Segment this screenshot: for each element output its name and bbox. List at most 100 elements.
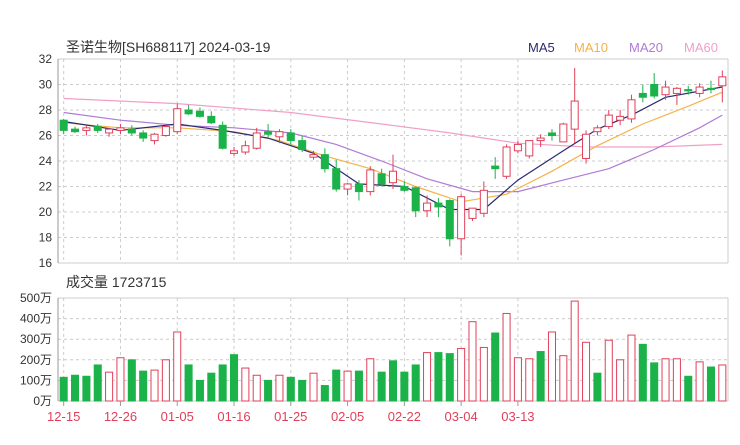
volume-bar — [161, 359, 170, 402]
price-y-tick-label: 30 — [39, 78, 53, 92]
volume-bar — [616, 359, 625, 402]
volume-bar — [116, 357, 125, 402]
volume-bar — [93, 364, 102, 402]
candle — [173, 103, 182, 135]
candle-body — [298, 140, 307, 151]
candle-body — [423, 202, 432, 212]
volume-bar — [377, 371, 386, 402]
volume-bar — [479, 346, 488, 402]
candle-body — [105, 128, 114, 134]
volume-bar — [513, 357, 522, 402]
chart-title: 圣诺生物[SH688117] 2024-03-19 — [66, 39, 271, 55]
volume-bar — [105, 371, 114, 402]
candle-body — [59, 119, 68, 131]
candle-body — [513, 143, 522, 152]
volume-bar — [502, 312, 511, 402]
candle — [593, 125, 602, 136]
stock-chart: 圣诺生物[SH688117] 2024-03-19 MA5 MA10 MA20 … — [20, 39, 729, 424]
candle-body — [229, 150, 239, 154]
candle — [559, 122, 568, 143]
candle — [59, 118, 68, 135]
candle-body — [354, 183, 363, 193]
candle — [354, 180, 363, 201]
candle — [343, 182, 352, 196]
volume-bar — [468, 321, 477, 402]
candle-body — [366, 169, 375, 193]
volume-bar — [332, 369, 341, 402]
volume-bar — [559, 355, 568, 402]
volume-bar — [343, 370, 352, 402]
candle — [332, 159, 341, 192]
candle-body — [616, 115, 625, 121]
date-x-axis: 12-15 12-26 01-05 01-16 01-25 02-05 02-22 03-04… — [47, 401, 535, 424]
volume-bar — [582, 341, 591, 402]
candle-body — [161, 126, 170, 136]
candle-body — [570, 100, 579, 130]
volume-bar — [139, 370, 148, 402]
volume-bar — [547, 331, 557, 402]
volume-bar — [275, 374, 284, 402]
volume-y-tick-label: 500万 — [20, 291, 52, 305]
candle — [116, 124, 125, 135]
volume-bar — [173, 331, 182, 402]
candle — [71, 126, 80, 133]
volume-bar — [184, 364, 193, 402]
ma-legend: MA5 MA10 MA20 MA60 — [528, 40, 718, 55]
x-tick-label: 03-13 — [501, 409, 534, 424]
volume-bar — [264, 379, 273, 402]
ma-line-ma60 — [63, 97, 723, 148]
candle-body — [502, 146, 511, 177]
volume-bar — [695, 361, 704, 402]
volume-bar — [638, 343, 647, 402]
candle-body — [479, 189, 488, 214]
volume-bar — [127, 359, 136, 402]
volume-bar — [650, 362, 659, 402]
volume-y-axis: 500万 400万 300万 200万 100万 0万 — [20, 291, 52, 408]
candle-body — [457, 196, 466, 240]
volume-bar — [627, 334, 636, 402]
x-tick-label: 12-15 — [47, 409, 80, 424]
candle-body — [445, 200, 454, 240]
candle — [127, 125, 136, 136]
candle — [229, 146, 239, 156]
candle-body — [71, 128, 80, 133]
volume-bar — [593, 372, 602, 402]
candle — [161, 125, 170, 137]
volume-bar — [207, 372, 216, 402]
candle — [252, 127, 261, 150]
candle-body — [241, 145, 250, 153]
x-tick-label: 01-16 — [217, 409, 250, 424]
candle-body — [468, 207, 477, 219]
candle — [706, 80, 715, 94]
volume-bar — [570, 300, 579, 402]
candle-body — [434, 202, 443, 208]
price-y-tick-label: 20 — [39, 205, 53, 219]
ma-line-ma5 — [63, 86, 723, 211]
candle-body — [286, 132, 295, 142]
price-y-tick-label: 18 — [39, 231, 53, 245]
price-y-tick-label: 32 — [39, 52, 53, 66]
moving-average-lines — [63, 86, 723, 211]
candle — [184, 104, 193, 116]
candle — [604, 110, 613, 130]
volume-bar — [218, 364, 227, 402]
candle — [82, 125, 91, 136]
candle-body — [332, 168, 341, 190]
volume-bar — [286, 376, 295, 402]
volume-bar — [59, 376, 68, 402]
volume-bar — [411, 364, 420, 402]
candle-body — [264, 131, 273, 135]
candle-body — [547, 132, 557, 136]
volume-bar — [434, 352, 443, 402]
candle — [150, 132, 159, 145]
x-tick-label: 02-05 — [331, 409, 364, 424]
volume-bar — [82, 375, 91, 402]
volume-bar — [718, 364, 727, 402]
volume-bar — [388, 360, 398, 402]
candle-body — [536, 137, 545, 142]
volume-bar — [525, 358, 534, 402]
volume-bar — [457, 347, 466, 402]
candle — [457, 194, 466, 256]
volume-bar — [706, 366, 715, 402]
volume-bar — [684, 375, 693, 402]
